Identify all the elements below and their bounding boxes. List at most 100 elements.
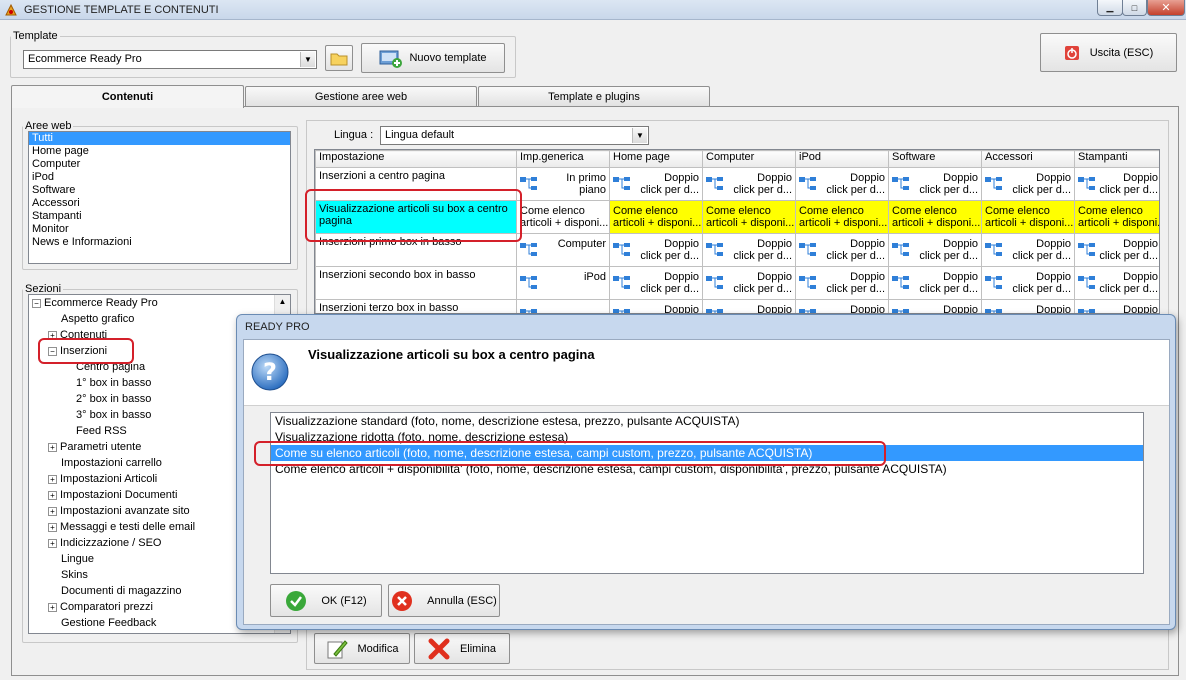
tree-node[interactable]: + Impostazioni Articoli	[48, 472, 157, 487]
aree-item-tutti[interactable]: Tutti	[29, 132, 290, 145]
table-cell[interactable]: Come elenco articoli + disponi...	[981, 200, 1075, 234]
tree-node[interactable]: Aspetto grafico	[61, 312, 134, 327]
minimize-button[interactable]: ▁	[1097, 0, 1123, 16]
table-cell[interactable]: Doppio	[981, 299, 1075, 313]
table-cell[interactable]: Doppio click per d...	[702, 167, 796, 201]
tree-node[interactable]: + Impostazioni Documenti	[48, 488, 177, 503]
tree-node[interactable]: + Indicizzazione / SEO	[48, 536, 162, 551]
table-cell[interactable]: Doppio click per d...	[609, 233, 703, 267]
tree-node[interactable]: Feed RSS	[76, 424, 127, 439]
table-cell[interactable]: Doppio click per d...	[795, 233, 889, 267]
new-template-button[interactable]: Nuovo template	[361, 43, 505, 73]
table-cell[interactable]: Come elenco articoli + disponi...	[516, 200, 610, 234]
aree-item-accessori[interactable]: Accessori	[29, 197, 290, 210]
maximize-button[interactable]: □	[1122, 0, 1147, 16]
table-cell[interactable]: Doppio	[795, 299, 889, 313]
row-caption[interactable]: Inserzioni secondo box in basso	[315, 266, 517, 300]
aree-web-list[interactable]: Tutti Home page Computer iPod Software A…	[28, 131, 291, 264]
column-header[interactable]: Software	[888, 150, 982, 168]
table-cell[interactable]: Doppio click per d...	[795, 266, 889, 300]
expand-icon[interactable]: +	[48, 490, 57, 500]
tree-node[interactable]: + Comparatori prezzi	[48, 600, 153, 615]
table-cell[interactable]: Doppio click per d...	[702, 266, 796, 300]
tree-node[interactable]: + Messaggi e testi delle email	[48, 520, 195, 535]
tab-template-e-plugins[interactable]: Template e plugins	[478, 86, 710, 106]
table-cell[interactable]: Doppio click per d...	[981, 167, 1075, 201]
table-cell[interactable]: Come elenco articoli + disponi...	[609, 200, 703, 234]
table-cell[interactable]: Come elenco articoli + disponi...	[1074, 200, 1159, 234]
tree-node[interactable]: Skins	[61, 568, 88, 583]
table-cell[interactable]: In primo piano	[516, 167, 610, 201]
aree-item-computer[interactable]: Computer	[29, 158, 290, 171]
template-select[interactable]: Ecommerce Ready Pro ▼	[23, 50, 317, 69]
tree-node[interactable]: + Impostazioni avanzate sito	[48, 504, 190, 519]
table-row[interactable]: Inserzioni secondo box in basso iPod Doppi…	[315, 266, 1159, 300]
chevron-down-icon[interactable]: ▼	[632, 128, 647, 143]
aree-item-home-page[interactable]: Home page	[29, 145, 290, 158]
table-cell[interactable]: Doppio click per d...	[702, 233, 796, 267]
column-header[interactable]: Imp.generica	[516, 150, 610, 168]
lingua-select[interactable]: Lingua default ▼	[380, 126, 649, 145]
options-list[interactable]: Visualizzazione standard (foto, nome, de…	[270, 412, 1144, 574]
tree-node[interactable]: 1° box in basso	[76, 376, 151, 391]
close-button[interactable]: ✕	[1147, 0, 1185, 16]
table-cell[interactable]: Doppio click per d...	[888, 266, 982, 300]
cancel-button[interactable]: Annulla (ESC)	[388, 584, 500, 617]
table-cell[interactable]: iPod	[516, 266, 610, 300]
column-header[interactable]: iPod	[795, 150, 889, 168]
aree-item-software[interactable]: Software	[29, 184, 290, 197]
tree-node[interactable]: Impostazioni carrello	[61, 456, 162, 471]
option-item[interactable]: Visualizzazione standard (foto, nome, de…	[271, 413, 1143, 429]
aree-item-ipod[interactable]: iPod	[29, 171, 290, 184]
table-cell[interactable]: Doppio click per d...	[888, 167, 982, 201]
tree-node[interactable]: Documenti di magazzino	[61, 584, 181, 599]
elimina-button[interactable]: Elimina	[414, 633, 510, 664]
collapse-icon[interactable]: −	[32, 298, 41, 308]
expand-icon[interactable]: +	[48, 474, 57, 484]
exit-button[interactable]: Uscita (ESC)	[1040, 33, 1177, 72]
table-cell[interactable]: Doppio click per d...	[609, 167, 703, 201]
table-row[interactable]: Inserzioni terzo box in basso Doppio Doppi…	[315, 299, 1159, 313]
table-cell[interactable]: Doppio click per d...	[1074, 167, 1159, 201]
table-cell[interactable]: Doppio	[702, 299, 796, 313]
aree-item-stampanti[interactable]: Stampanti	[29, 210, 290, 223]
expand-icon[interactable]: +	[48, 442, 57, 452]
expand-icon[interactable]: +	[48, 522, 57, 532]
expand-icon[interactable]: +	[48, 602, 57, 612]
ok-button[interactable]: OK (F12)	[270, 584, 382, 617]
table-cell[interactable]: Computer	[516, 233, 610, 267]
tree-node-root[interactable]: − Ecommerce Ready Pro	[32, 296, 158, 311]
tree-node[interactable]: + Parametri utente	[48, 440, 141, 455]
tree-node[interactable]: Lingue	[61, 552, 94, 567]
table-cell[interactable]: Doppio click per d...	[981, 233, 1075, 267]
table-cell[interactable]: Doppio click per d...	[888, 233, 982, 267]
tree-node[interactable]: 3° box in basso	[76, 408, 151, 423]
expand-icon[interactable]: +	[48, 506, 57, 516]
table-cell[interactable]: Come elenco articoli + disponi...	[888, 200, 982, 234]
table-cell[interactable]: Doppio	[1074, 299, 1159, 313]
scroll-up-icon[interactable]: ▲	[275, 295, 290, 306]
column-header[interactable]: Computer	[702, 150, 796, 168]
chevron-down-icon[interactable]: ▼	[300, 52, 315, 67]
table-cell[interactable]: Come elenco articoli + disponi...	[702, 200, 796, 234]
table-cell[interactable]: Doppio click per d...	[795, 167, 889, 201]
table-cell[interactable]: Doppio click per d...	[981, 266, 1075, 300]
table-cell[interactable]: Doppio click per d...	[1074, 266, 1159, 300]
table-cell[interactable]: Come elenco articoli + disponi...	[795, 200, 889, 234]
table-cell[interactable]: Doppio	[609, 299, 703, 313]
tab-contenuti[interactable]: Contenuti	[11, 85, 244, 108]
table-cell[interactable]: Doppio	[888, 299, 982, 313]
modifica-button[interactable]: Modifica	[314, 633, 410, 664]
column-header[interactable]: Home page	[609, 150, 703, 168]
table-cell[interactable]: Doppio click per d...	[609, 266, 703, 300]
tree-node[interactable]: Gestione Feedback	[61, 616, 156, 631]
aree-item-monitor[interactable]: Monitor	[29, 223, 290, 236]
table-cell[interactable]: Doppio click per d...	[1074, 233, 1159, 267]
column-header[interactable]: Stampanti	[1074, 150, 1159, 168]
tab-gestione-aree-web[interactable]: Gestione aree web	[245, 86, 477, 106]
row-caption[interactable]: Inserzioni terzo box in basso	[315, 299, 517, 313]
column-header[interactable]: Accessori	[981, 150, 1075, 168]
column-header[interactable]: Impostazione	[315, 150, 517, 168]
tree-node[interactable]: 2° box in basso	[76, 392, 151, 407]
aree-item-news[interactable]: News e Informazioni	[29, 236, 290, 249]
